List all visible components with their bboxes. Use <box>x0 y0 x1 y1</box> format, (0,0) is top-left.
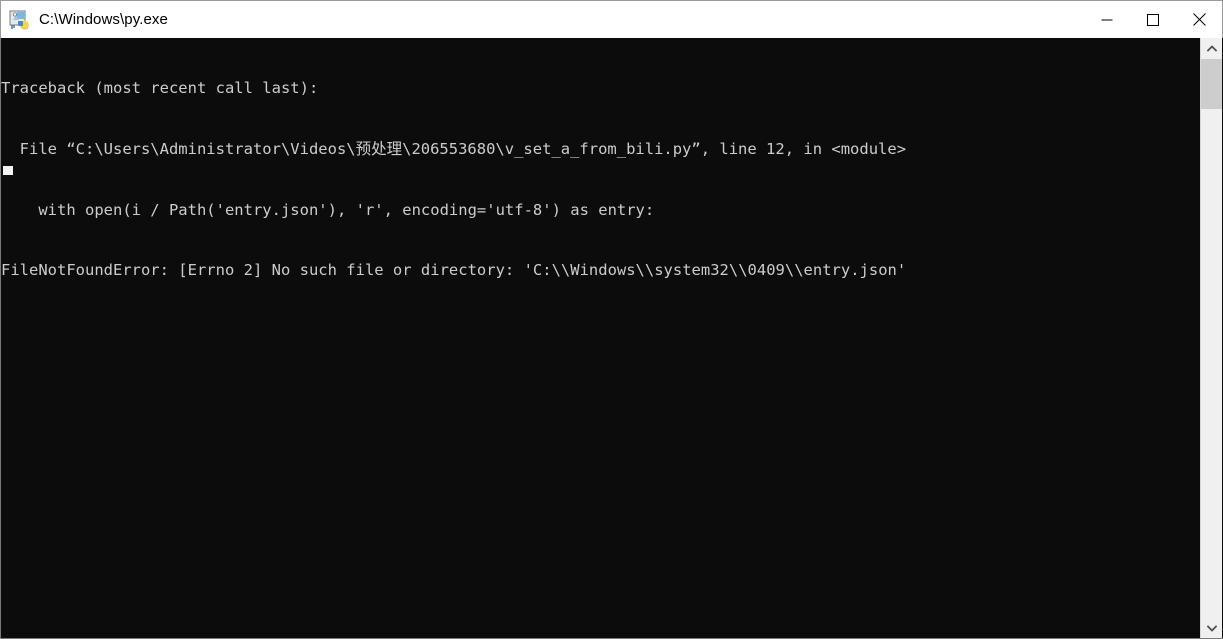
maximize-button[interactable] <box>1130 1 1176 38</box>
console-window: C:\Windows\py.exe Traceback (most recent… <box>0 0 1223 639</box>
console-output-area[interactable]: Traceback (most recent call last): File … <box>0 38 1223 639</box>
console-line: with open(i / Path('entry.json'), 'r', e… <box>1 200 655 219</box>
window-title: C:\Windows\py.exe <box>39 10 168 28</box>
scroll-down-button[interactable] <box>1201 618 1222 638</box>
scroll-up-button[interactable] <box>1201 38 1222 58</box>
close-icon <box>1192 13 1206 26</box>
console-line: Traceback (most recent call last): <box>1 79 319 98</box>
console-text-block: Traceback (most recent call last): File … <box>1 38 1197 321</box>
console-line: File “C:\Users\Administrator\Videos\预处理\… <box>1 140 907 158</box>
scrollbar-thumb[interactable] <box>1201 59 1222 109</box>
python-launcher-icon <box>9 9 31 31</box>
scrollbar-track[interactable] <box>1201 109 1222 618</box>
text-cursor <box>3 166 13 175</box>
console-line: FileNotFoundError: [Errno 2] No such fil… <box>1 261 907 280</box>
minimize-button[interactable] <box>1084 1 1130 38</box>
chevron-up-icon <box>1206 44 1217 52</box>
title-bar[interactable]: C:\Windows\py.exe <box>0 0 1223 38</box>
minimize-icon <box>1101 19 1113 20</box>
close-button[interactable] <box>1176 1 1222 38</box>
maximize-icon <box>1147 13 1159 26</box>
chevron-down-icon <box>1206 624 1217 632</box>
vertical-scrollbar[interactable] <box>1200 38 1222 638</box>
